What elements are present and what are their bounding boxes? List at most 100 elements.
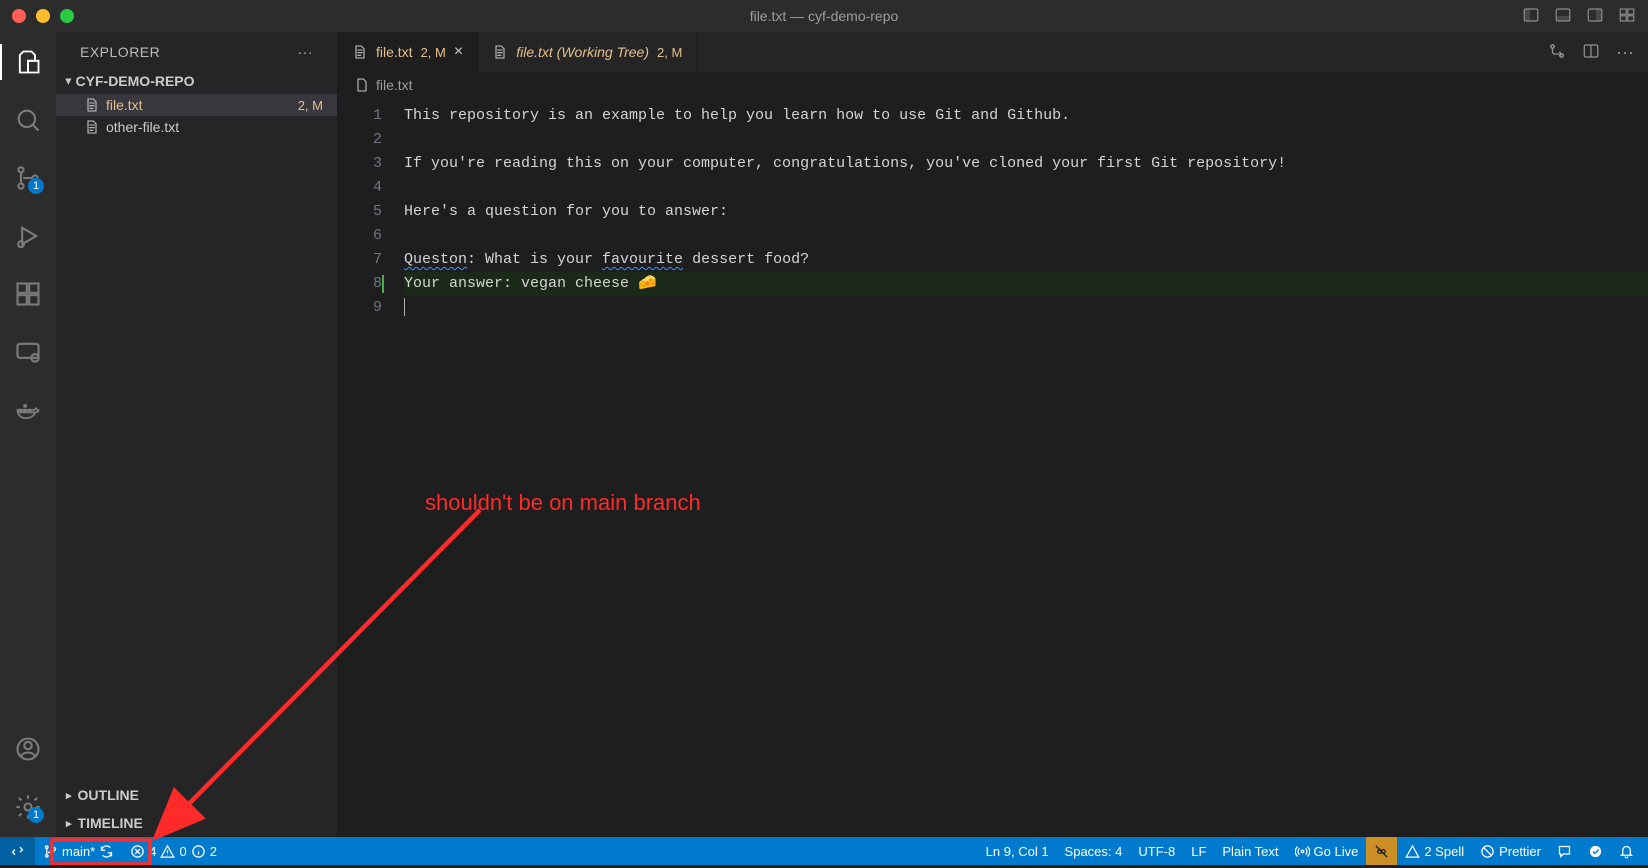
copilot-off-icon [1374, 844, 1389, 859]
explorer-header: EXPLORER ··· [56, 32, 337, 68]
bell-icon [1619, 844, 1634, 859]
source-control-badge: 1 [28, 178, 44, 194]
warning-count: 0 [179, 844, 186, 859]
customize-layout-icon[interactable] [1618, 6, 1636, 27]
file-row[interactable]: file.txt 2, M [56, 94, 337, 116]
activity-run-debug[interactable] [8, 216, 48, 256]
ok-item[interactable] [1580, 837, 1611, 865]
file-icon [354, 77, 370, 93]
activity-explorer[interactable] [8, 42, 48, 82]
file-name: other-file.txt [106, 119, 179, 135]
activity-search[interactable] [8, 100, 48, 140]
broadcast-icon [1295, 844, 1310, 859]
window-minimize-button[interactable] [36, 9, 50, 23]
error-icon [130, 844, 145, 859]
chevron-right-icon: ▸ [66, 789, 72, 802]
spell-item[interactable]: 2 Spell [1397, 837, 1472, 865]
compare-changes-icon[interactable] [1548, 42, 1566, 63]
timeline-section[interactable]: ▸ TIMELINE [56, 809, 337, 837]
panel-toggle-left-icon[interactable] [1522, 6, 1540, 27]
language-mode-item[interactable]: Plain Text [1214, 837, 1286, 865]
prettier-item[interactable]: Prettier [1472, 837, 1549, 865]
prettier-label: Prettier [1499, 844, 1541, 859]
file-tree: file.txt 2, M other-file.txt [56, 94, 337, 781]
split-editor-icon[interactable] [1582, 42, 1600, 63]
window-titlebar: file.txt — cyf-demo-repo [0, 0, 1648, 32]
git-branch-item[interactable]: main* [35, 837, 122, 865]
titlebar-actions [1522, 6, 1636, 27]
feedback-item[interactable] [1549, 837, 1580, 865]
go-live-item[interactable]: Go Live [1287, 837, 1367, 865]
line-gutter: 123456789 [338, 98, 394, 837]
file-badge: 2, M [298, 98, 323, 113]
settings-badge: 1 [28, 807, 44, 823]
chevron-right-icon: ▸ [66, 817, 72, 830]
feedback-icon [1557, 844, 1572, 859]
statusbar-right: Ln 9, Col 1 Spaces: 4 UTF-8 LF Plain Tex… [978, 837, 1648, 865]
timeline-label: TIMELINE [78, 815, 143, 831]
activity-docker[interactable] [8, 390, 48, 430]
activity-extensions[interactable] [8, 274, 48, 314]
remote-indicator[interactable] [0, 837, 35, 865]
editor-more-icon[interactable]: ··· [1616, 42, 1634, 63]
folder-name: CYF-DEMO-REPO [76, 73, 195, 89]
warning-icon [160, 844, 175, 859]
window-title: file.txt — cyf-demo-repo [0, 8, 1648, 24]
prettier-off-icon [1480, 844, 1495, 859]
window-close-button[interactable] [12, 9, 26, 23]
encoding-item[interactable]: UTF-8 [1130, 837, 1183, 865]
outline-section[interactable]: ▸ OUTLINE [56, 781, 337, 809]
activity-source-control[interactable]: 1 [8, 158, 48, 198]
error-count: 4 [149, 844, 156, 859]
eol-item[interactable]: LF [1183, 837, 1214, 865]
breadcrumbs[interactable]: file.txt [338, 72, 1648, 98]
statusbar-left: main* 4 0 2 [0, 837, 225, 865]
problems-item[interactable]: 4 0 2 [122, 837, 225, 865]
tab-badge: 2, M [657, 45, 682, 60]
activity-remote-explorer[interactable] [8, 332, 48, 372]
file-icon [84, 97, 100, 113]
tab-actions: ··· [1534, 32, 1648, 72]
panel-toggle-bottom-icon[interactable] [1554, 6, 1572, 27]
explorer-sidebar: EXPLORER ··· ▸ CYF-DEMO-REPO file.txt 2,… [56, 32, 338, 837]
editor-tab[interactable]: file.txt 2, M × [338, 32, 478, 72]
explorer-title: EXPLORER [80, 44, 160, 60]
indentation-item[interactable]: Spaces: 4 [1057, 837, 1131, 865]
git-branch-icon [43, 844, 58, 859]
copilot-disabled-item[interactable] [1366, 837, 1397, 865]
check-circle-icon [1588, 844, 1603, 859]
panel-toggle-right-icon[interactable] [1586, 6, 1604, 27]
file-icon [352, 44, 368, 60]
window-maximize-button[interactable] [60, 9, 74, 23]
go-live-label: Go Live [1314, 844, 1359, 859]
editor-tabs: file.txt 2, M × file.txt (Working Tree) … [338, 32, 1648, 72]
tab-close-icon[interactable]: × [454, 43, 463, 61]
file-row[interactable]: other-file.txt [56, 116, 337, 138]
editor-tab[interactable]: file.txt (Working Tree) 2, M [478, 32, 697, 72]
outline-label: OUTLINE [78, 787, 139, 803]
tab-filename: file.txt [376, 44, 413, 60]
code-area[interactable]: 123456789 This repository is an example … [338, 98, 1648, 837]
file-name: file.txt [106, 97, 143, 113]
info-count: 2 [210, 844, 217, 859]
file-icon [492, 44, 508, 60]
warning-icon [1405, 844, 1420, 859]
main-row: 1 1 EXPLO [0, 32, 1648, 837]
activity-settings[interactable]: 1 [8, 787, 48, 827]
activity-accounts[interactable] [8, 729, 48, 769]
notifications-item[interactable] [1611, 837, 1642, 865]
cursor-position[interactable]: Ln 9, Col 1 [978, 837, 1057, 865]
code-content[interactable]: This repository is an example to help yo… [394, 98, 1648, 837]
tab-filename: file.txt (Working Tree) [516, 44, 649, 60]
breadcrumb-file: file.txt [376, 77, 413, 93]
chevron-down-icon: ▸ [62, 78, 75, 84]
app-root: file.txt — cyf-demo-repo [0, 0, 1648, 865]
sidebar-bottom: ▸ OUTLINE ▸ TIMELINE [56, 781, 337, 837]
spell-label: 2 Spell [1424, 844, 1464, 859]
explorer-more-icon[interactable]: ··· [292, 42, 320, 62]
editor-area: file.txt 2, M × file.txt (Working Tree) … [338, 32, 1648, 837]
activity-bar: 1 1 [0, 32, 56, 837]
tab-badge: 2, M [421, 45, 446, 60]
explorer-folder[interactable]: ▸ CYF-DEMO-REPO [56, 68, 337, 94]
info-icon [191, 844, 206, 859]
